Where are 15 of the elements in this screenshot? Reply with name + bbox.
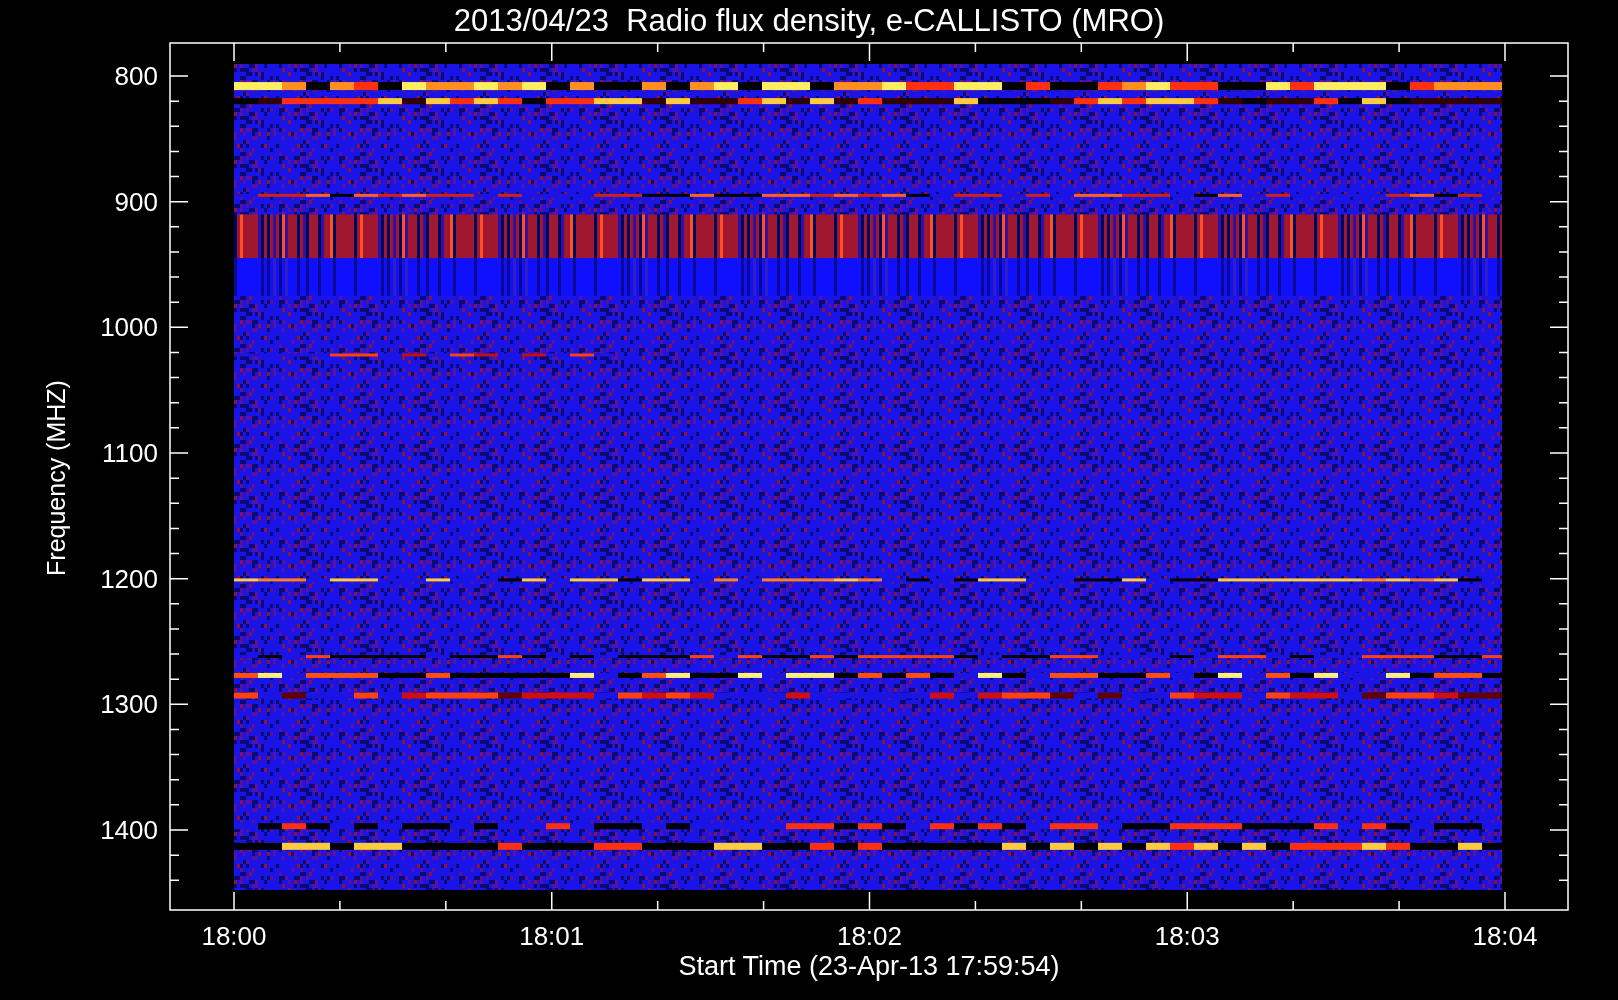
x-axis-label: Start Time (23-Apr-13 17:59:54) xyxy=(678,951,1060,981)
x-tick-label: 18:02 xyxy=(836,921,903,951)
x-tick-label: 18:00 xyxy=(201,921,267,951)
x-tick-label: 18:03 xyxy=(1154,921,1220,951)
x-tick-label: 18:01 xyxy=(519,921,585,951)
y-axis-label: Frequency (MHZ) xyxy=(42,380,70,576)
x-tick-label: 18:04 xyxy=(1472,921,1538,951)
y-tick-label: 1400 xyxy=(100,815,158,845)
y-tick-label: 1100 xyxy=(102,438,158,468)
y-tick-label: 800 xyxy=(114,61,158,91)
y-tick-label: 1000 xyxy=(100,312,158,343)
chart-title: 2013/04/23 Radio flux density, e-CALLISTO (MRO) xyxy=(453,3,1165,38)
y-tick-label: 1200 xyxy=(100,563,158,594)
y-tick-label: 1300 xyxy=(100,689,158,720)
y-tick-label: 900 xyxy=(114,186,158,217)
